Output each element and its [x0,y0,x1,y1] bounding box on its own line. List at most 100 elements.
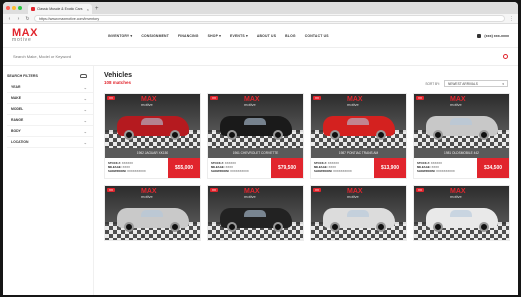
minimize-window-button[interactable] [12,6,16,10]
vehicle-photo[interactable]: XX MAX motive [208,186,303,240]
sort-select[interactable]: NEWEST ARRIVALS ▾ [444,80,508,87]
chevron-down-icon: ⌄ [83,106,87,112]
filter-heading: SEARCH FILTERS [7,74,38,78]
vehicle-photo[interactable]: XX MAX motive [105,186,200,240]
phone-link[interactable]: (xxx) xxx-xxxx [477,33,509,38]
vehicle-card[interactable]: XX MAX motive [413,185,510,241]
chevron-down-icon: ⌄ [83,128,87,134]
car-window [141,118,163,125]
reload-icon[interactable]: ↻ [25,16,30,22]
car-window [347,118,369,125]
search-bar [3,48,518,66]
filter-item[interactable]: MODEL ⌄ [7,104,93,115]
vehicle-photo[interactable]: XX MAX motive [414,94,509,148]
browser-window: Classic Muscle & Exotic Cars × + ‹ › ↻ h… [3,2,518,295]
filter-item[interactable]: LOCATION ⌄ [7,137,93,148]
car-wheel [330,130,340,140]
vehicle-card[interactable]: XX MAX motive 1981 OLDSMOBILE 442 STOCK #… [413,93,510,179]
nav-item[interactable]: CONTACT US [305,34,329,38]
filter-item[interactable]: RANGE ⌄ [7,115,93,126]
browser-tab[interactable]: Classic Muscle & Exotic Cars × [28,4,92,14]
vehicle-card[interactable]: XX MAX motive [310,185,407,241]
search-icon[interactable] [503,54,508,59]
close-tab-icon[interactable]: × [87,7,89,12]
filter-label: RANGE [11,118,24,122]
nav-item[interactable]: SHOP ▾ [208,34,221,38]
vehicle-photo[interactable]: XX MAX motive [208,94,303,148]
filter-item[interactable]: MAKE ⌄ [7,93,93,104]
photo-badge: XX [210,188,219,192]
filter-label: MODEL [11,107,24,111]
vehicle-title[interactable]: 1981 OLDSMOBILE 442 [414,148,509,158]
search-input[interactable] [13,54,503,59]
vehicle-photo[interactable]: XX MAX motive [311,186,406,240]
sort-value: NEWEST ARRIVALS [448,81,478,86]
site-logo[interactable]: MAX motive [12,28,38,43]
vehicle-photo[interactable]: XX MAX motive [105,94,200,148]
chevron-down-icon: ⌄ [83,84,87,90]
vehicle-card[interactable]: XX MAX motive [104,185,201,241]
car-image [220,208,292,232]
car-wheel [433,222,443,232]
favicon-icon [31,7,35,11]
results-area: Vehicles 108 matches SORT BY: NEWEST ARR… [94,66,518,295]
vehicle-title[interactable]: 1961 CHEVROLET CORVETTE [208,148,303,158]
car-image [426,208,498,232]
photo-watermark: MAX motive [450,188,466,199]
address-bar-row: ‹ › ↻ https://www.maxmotive.com/inventor… [3,14,518,24]
car-wheel [227,130,237,140]
vehicle-photo[interactable]: XX MAX motive [311,94,406,148]
price-tag[interactable]: $13,900 [374,158,406,178]
nav-item[interactable]: CONSIGNMENT [141,34,169,38]
price-tag[interactable]: $79,500 [271,158,303,178]
vehicle-card[interactable]: XX MAX motive 1962 JAGUAR XK150 STOCK #: … [104,93,201,179]
address-bar[interactable]: https://www.maxmotive.com/inventory [34,15,505,22]
vehicle-card[interactable]: XX MAX motive [207,185,304,241]
vehicle-info: STOCK #: XXXXXX MILEAGE: XXXX SHOWROOM: … [414,158,509,178]
browser-menu-icon[interactable]: ⋮ [509,16,514,22]
vehicle-title[interactable]: 1962 JAGUAR XK150 [105,148,200,158]
nav-item[interactable]: INVENTORY ▾ [108,34,132,38]
vehicle-card[interactable]: XX MAX motive 1987 PONTIAC TRANS AM STOCK… [310,93,407,179]
nav-item[interactable]: EVENTS ▾ [230,34,248,38]
new-tab-button[interactable]: + [95,4,99,14]
page-title: Vehicles [104,72,133,79]
car-window [347,210,369,217]
photo-watermark: MAX motive [244,188,260,199]
vehicle-details: STOCK #: XXXXXX MILEAGE: XXXX SHOWROOM: … [311,158,374,178]
price-tag[interactable]: $55,000 [168,158,200,178]
vehicle-details: STOCK #: XXXXXX MILEAGE: XXXX SHOWROOM: … [105,158,168,178]
close-window-button[interactable] [6,6,10,10]
car-window [244,210,266,217]
nav-item[interactable]: FINANCING [178,34,199,38]
maximize-window-button[interactable] [18,6,22,10]
photo-watermark: MAX motive [244,96,260,107]
phone-icon [477,33,482,38]
car-wheel [124,222,134,232]
location-line: SHOWROOM: XXXXXXXXXX [108,169,146,173]
screen: Classic Muscle & Exotic Cars × + ‹ › ↻ h… [0,0,521,297]
car-image [117,208,189,232]
photo-badge: XX [210,96,219,100]
photo-badge: XX [107,188,116,192]
nav-item[interactable]: ABOUT US [257,34,276,38]
vehicle-photo[interactable]: XX MAX motive [414,186,509,240]
photo-badge: XX [107,96,116,100]
filter-item[interactable]: BODY ⌄ [7,126,93,137]
photo-badge: XX [416,188,425,192]
location-line: SHOWROOM: XXXXXXXXXX [417,169,455,173]
vehicle-title[interactable]: 1987 PONTIAC TRANS AM [311,148,406,158]
photo-watermark: MAX motive [141,96,157,107]
filter-item[interactable]: YEAR ⌄ [7,82,93,93]
filter-label: YEAR [11,85,21,89]
vehicle-card[interactable]: XX MAX motive 1961 CHEVROLET CORVETTE STO… [207,93,304,179]
forward-arrow-icon[interactable]: › [16,16,21,22]
photo-watermark: MAX motive [141,188,157,199]
sort-label: SORT BY: [425,81,440,86]
nav-item[interactable]: BLOG [285,34,296,38]
back-arrow-icon[interactable]: ‹ [7,16,12,22]
car-wheel [170,130,180,140]
price-tag[interactable]: $34,500 [477,158,509,178]
photo-watermark: MAX motive [450,96,466,107]
filter-label: LOCATION [11,140,29,144]
